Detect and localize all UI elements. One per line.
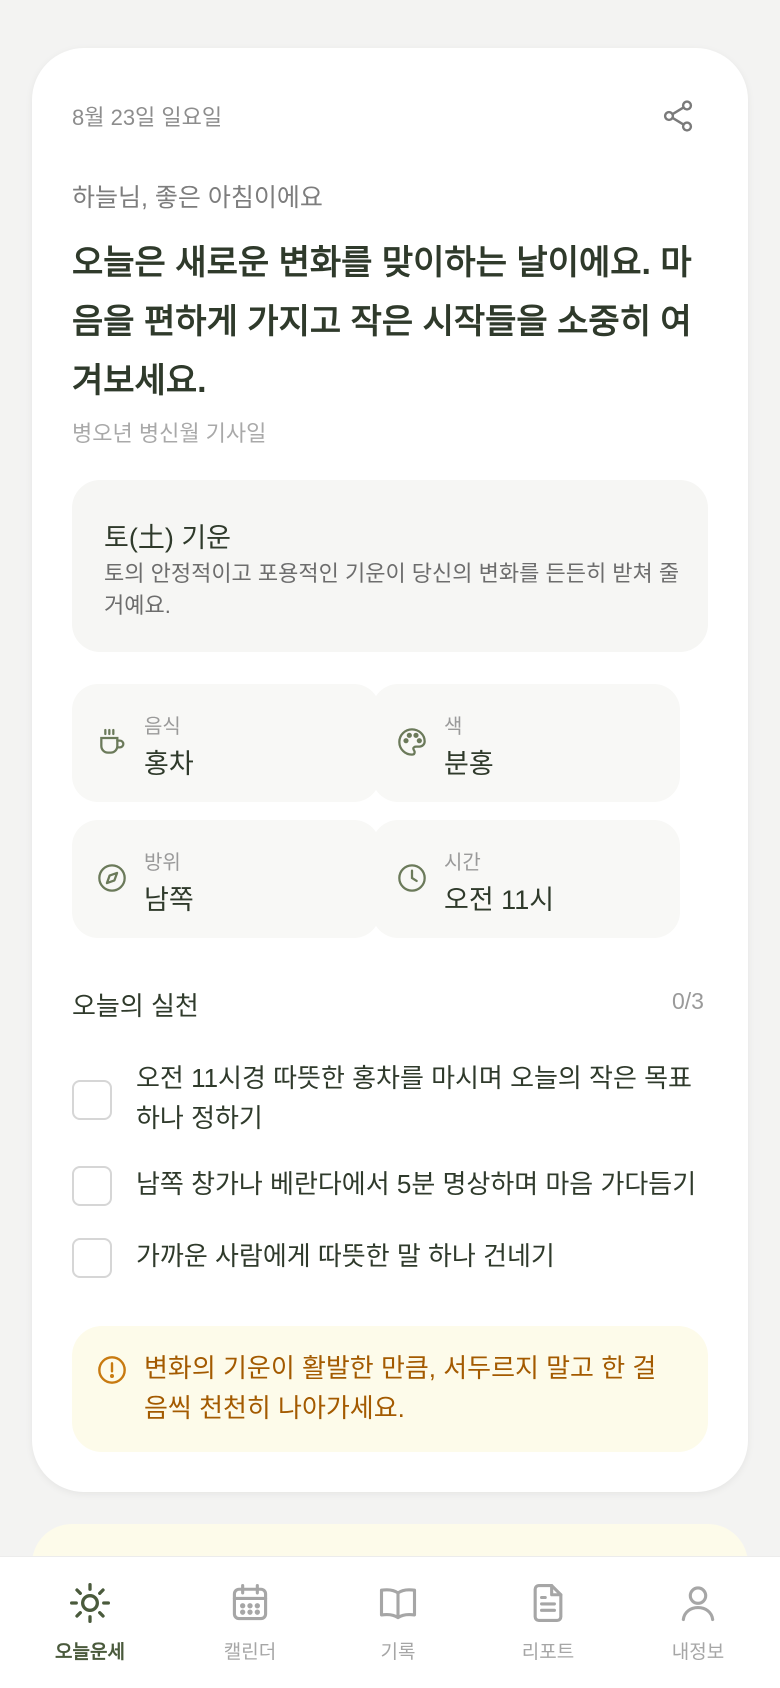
practice-count: 0/3 [672,988,704,1014]
tab-label: 오늘운세 [55,1642,125,1663]
compass-icon [96,862,128,894]
caution-text: 변화의 기운이 활발한 만큼, 서두르지 말고 한 걸음씩 천천히 나아가세요. [144,1353,657,1423]
lucky-food-tile: 음식 홍차 [72,684,380,802]
element-description: 토의 안정적이고 포용적인 기운이 당신의 변화를 든든히 받쳐 줄 거예요. [104,561,680,618]
practice-checkbox[interactable] [72,1238,112,1278]
practice-item-text: 가까운 사람에게 따뜻한 말 하나 건네기 [136,1241,555,1271]
palette-icon [396,726,428,758]
date-label: 8월 23일 일요일 [72,105,223,130]
practice-checkbox[interactable] [72,1080,112,1120]
element-title: 토(土) 기운 [104,523,232,553]
caution-notice: 변화의 기운이 활발한 만큼, 서두르지 말고 한 걸음씩 천천히 나아가세요. [72,1326,708,1452]
tab-my-info[interactable]: 내정보 [628,1557,768,1688]
share-icon[interactable] [660,98,696,134]
tab-report[interactable]: 리포트 [478,1557,618,1688]
lucky-color-label: 색 [444,716,463,738]
calendar-icon [228,1581,272,1625]
user-icon [676,1581,720,1625]
practice-title: 오늘의 실천 [72,991,199,1021]
lucky-color-tile: 색 분홍 [372,684,680,802]
tab-records[interactable]: 기록 [328,1557,468,1688]
tab-calendar[interactable]: 캘린더 [180,1557,320,1688]
alert-circle-icon [96,1354,128,1386]
practice-item[interactable]: 가까운 사람에게 따뜻한 말 하나 건네기 [72,1236,712,1280]
lucky-time-value: 오전 11시 [444,885,555,915]
book-icon [376,1581,420,1625]
bottom-tab-bar: 오늘운세 캘린더 기록 리포트 내정보 [0,1556,780,1688]
tab-label: 기록 [380,1642,416,1663]
document-icon [526,1581,570,1625]
teacup-icon [96,726,128,758]
tab-label: 내정보 [671,1642,725,1663]
practice-item-text: 오전 11시경 따뜻한 홍차를 마시며 오늘의 작은 목표 하나 정하기 [136,1063,692,1133]
fortune-headline: 오늘은 새로운 변화를 맞이하는 날이에요. 마음을 편하게 가지고 작은 시작… [72,244,692,400]
lucky-food-value: 홍차 [144,749,194,779]
lucky-time-label: 시간 [444,852,481,874]
sun-icon [68,1581,112,1625]
tab-today-fortune[interactable]: 오늘운세 [20,1557,160,1688]
lucky-time-tile: 시간 오전 11시 [372,820,680,938]
tab-label: 캘린더 [223,1642,277,1663]
practice-checkbox[interactable] [72,1166,112,1206]
practice-item[interactable]: 오전 11시경 따뜻한 홍차를 마시며 오늘의 작은 목표 하나 정하기 [72,1058,712,1142]
practice-item-text: 남쪽 창가나 베란다에서 5분 명상하며 마음 가다듬기 [136,1169,697,1199]
practice-item[interactable]: 남쪽 창가나 베란다에서 5분 명상하며 마음 가다듬기 [72,1164,712,1208]
lucky-direction-value: 남쪽 [144,885,194,915]
lucky-direction-label: 방위 [144,852,181,874]
lucky-direction-tile: 방위 남쪽 [72,820,380,938]
tab-label: 리포트 [521,1642,575,1663]
greeting-text: 하늘님, 좋은 아침이에요 [72,184,323,212]
lunar-date: 병오년 병신월 기사일 [72,421,267,446]
lucky-color-value: 분홍 [444,749,494,779]
element-summary: 토(土) 기운 토의 안정적이고 포용적인 기운이 당신의 변화를 든든히 받쳐… [72,480,708,652]
fortune-card: 8월 23일 일요일 하늘님, 좋은 아침이에요 오늘은 새로운 변화를 맞이하… [32,48,748,1492]
lucky-food-label: 음식 [144,716,181,738]
clock-icon [396,862,428,894]
